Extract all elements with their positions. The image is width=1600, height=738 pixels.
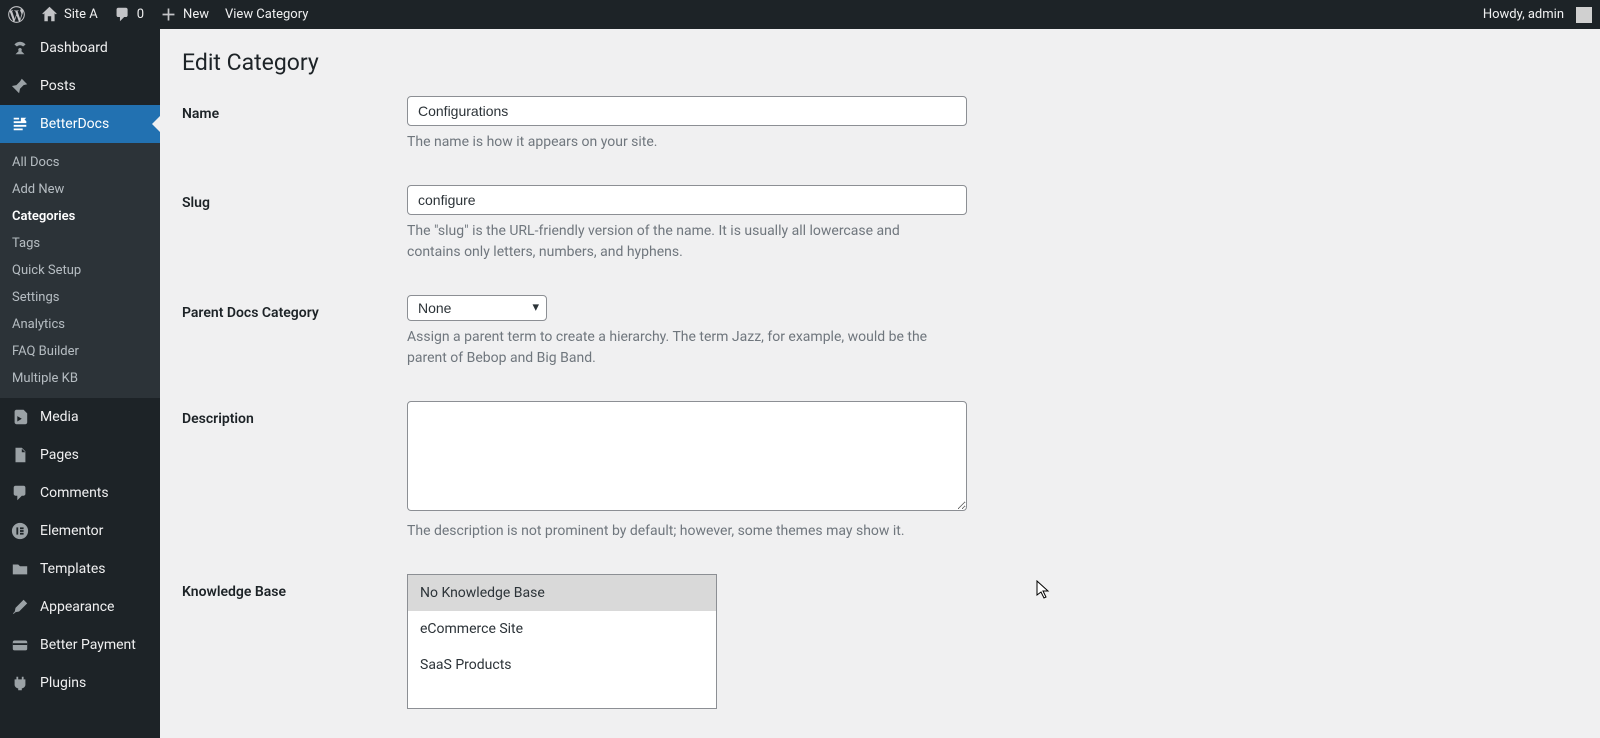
parent-hint: Assign a parent term to create a hierarc… bbox=[407, 327, 942, 369]
kb-label: Knowledge Base bbox=[182, 574, 407, 600]
description-textarea[interactable] bbox=[407, 401, 967, 511]
menu-appearance[interactable]: Appearance bbox=[0, 588, 160, 626]
new-label: New bbox=[183, 7, 209, 22]
avatar bbox=[1576, 7, 1592, 23]
payment-icon bbox=[11, 636, 29, 654]
slug-hint: The "slug" is the URL-friendly version o… bbox=[407, 221, 942, 263]
submenu-tags[interactable]: Tags bbox=[0, 230, 160, 257]
menu-media[interactable]: Media bbox=[0, 398, 160, 436]
menu-media-label: Media bbox=[40, 409, 79, 425]
media-icon bbox=[11, 408, 29, 426]
field-row-kb: Knowledge Base No Knowledge Base eCommer… bbox=[182, 574, 1578, 709]
view-category-label: View Category bbox=[225, 7, 308, 22]
site-link[interactable]: Site A bbox=[33, 0, 106, 29]
field-row-parent: Parent Docs Category None Assign a paren… bbox=[182, 295, 1578, 369]
menu-templates-label: Templates bbox=[40, 561, 106, 577]
menu-appearance-label: Appearance bbox=[40, 599, 114, 615]
page-title: Edit Category bbox=[182, 49, 1578, 76]
home-icon bbox=[41, 6, 58, 23]
betterdocs-icon bbox=[11, 115, 29, 133]
parent-select[interactable]: None bbox=[407, 295, 547, 321]
kb-option-ecommerce[interactable]: eCommerce Site bbox=[408, 611, 716, 647]
menu-better-payment[interactable]: Better Payment bbox=[0, 626, 160, 664]
main-content: Edit Category Name The name is how it ap… bbox=[160, 29, 1600, 738]
menu-posts[interactable]: Posts bbox=[0, 67, 160, 105]
name-hint: The name is how it appears on your site. bbox=[407, 132, 942, 153]
plus-icon bbox=[160, 6, 177, 23]
menu-templates[interactable]: Templates bbox=[0, 550, 160, 588]
page-icon bbox=[11, 446, 29, 464]
field-row-description: Description The description is not promi… bbox=[182, 401, 1578, 542]
admin-sidebar: Dashboard Posts BetterDocs All Docs Add … bbox=[0, 29, 160, 738]
slug-label: Slug bbox=[182, 185, 407, 211]
wp-logo-link[interactable] bbox=[0, 0, 33, 29]
admin-toolbar: Site A 0 New View Category Howdy, admin bbox=[0, 0, 1600, 29]
field-row-name: Name The name is how it appears on your … bbox=[182, 96, 1578, 153]
menu-betterdocs-label: BetterDocs bbox=[40, 116, 109, 132]
kb-select[interactable]: No Knowledge Base eCommerce Site SaaS Pr… bbox=[407, 574, 717, 709]
menu-posts-label: Posts bbox=[40, 78, 76, 94]
elementor-icon bbox=[11, 522, 29, 540]
submenu-add-new[interactable]: Add New bbox=[0, 176, 160, 203]
wordpress-icon bbox=[8, 6, 25, 23]
menu-comments[interactable]: Comments bbox=[0, 474, 160, 512]
menu-dashboard[interactable]: Dashboard bbox=[0, 29, 160, 67]
submenu-betterdocs: All Docs Add New Categories Tags Quick S… bbox=[0, 143, 160, 398]
menu-comments-label: Comments bbox=[40, 485, 109, 501]
submenu-faq-builder[interactable]: FAQ Builder bbox=[0, 338, 160, 365]
submenu-multiple-kb[interactable]: Multiple KB bbox=[0, 365, 160, 392]
parent-label: Parent Docs Category bbox=[182, 295, 407, 321]
howdy-text: Howdy, admin bbox=[1483, 7, 1564, 22]
comments-count: 0 bbox=[137, 7, 144, 22]
menu-pages-label: Pages bbox=[40, 447, 79, 463]
menu-elementor-label: Elementor bbox=[40, 523, 103, 539]
submenu-categories[interactable]: Categories bbox=[0, 203, 160, 230]
new-link[interactable]: New bbox=[152, 0, 217, 29]
description-label: Description bbox=[182, 401, 407, 427]
kb-option-saas[interactable]: SaaS Products bbox=[408, 647, 716, 683]
folder-icon bbox=[11, 560, 29, 578]
description-hint: The description is not prominent by defa… bbox=[407, 521, 942, 542]
plugin-icon bbox=[11, 674, 29, 692]
field-row-slug: Slug The "slug" is the URL-friendly vers… bbox=[182, 185, 1578, 263]
slug-input[interactable] bbox=[407, 185, 967, 215]
comments-icon bbox=[11, 484, 29, 502]
kb-option-none[interactable]: No Knowledge Base bbox=[408, 575, 716, 611]
pin-icon bbox=[11, 77, 29, 95]
submenu-all-docs[interactable]: All Docs bbox=[0, 149, 160, 176]
menu-dashboard-label: Dashboard bbox=[40, 40, 108, 56]
name-label: Name bbox=[182, 96, 407, 122]
menu-plugins-label: Plugins bbox=[40, 675, 86, 691]
menu-plugins[interactable]: Plugins bbox=[0, 664, 160, 692]
menu-pages[interactable]: Pages bbox=[0, 436, 160, 474]
submenu-analytics[interactable]: Analytics bbox=[0, 311, 160, 338]
submenu-settings[interactable]: Settings bbox=[0, 284, 160, 311]
name-input[interactable] bbox=[407, 96, 967, 126]
brush-icon bbox=[11, 598, 29, 616]
site-name: Site A bbox=[64, 7, 98, 22]
comment-icon bbox=[114, 6, 131, 23]
account-link[interactable]: Howdy, admin bbox=[1475, 0, 1600, 29]
dashboard-icon bbox=[11, 39, 29, 57]
menu-better-payment-label: Better Payment bbox=[40, 637, 136, 653]
submenu-quick-setup[interactable]: Quick Setup bbox=[0, 257, 160, 284]
menu-betterdocs[interactable]: BetterDocs bbox=[0, 105, 160, 143]
menu-elementor[interactable]: Elementor bbox=[0, 512, 160, 550]
view-category-link[interactable]: View Category bbox=[217, 0, 316, 29]
comments-link[interactable]: 0 bbox=[106, 0, 152, 29]
